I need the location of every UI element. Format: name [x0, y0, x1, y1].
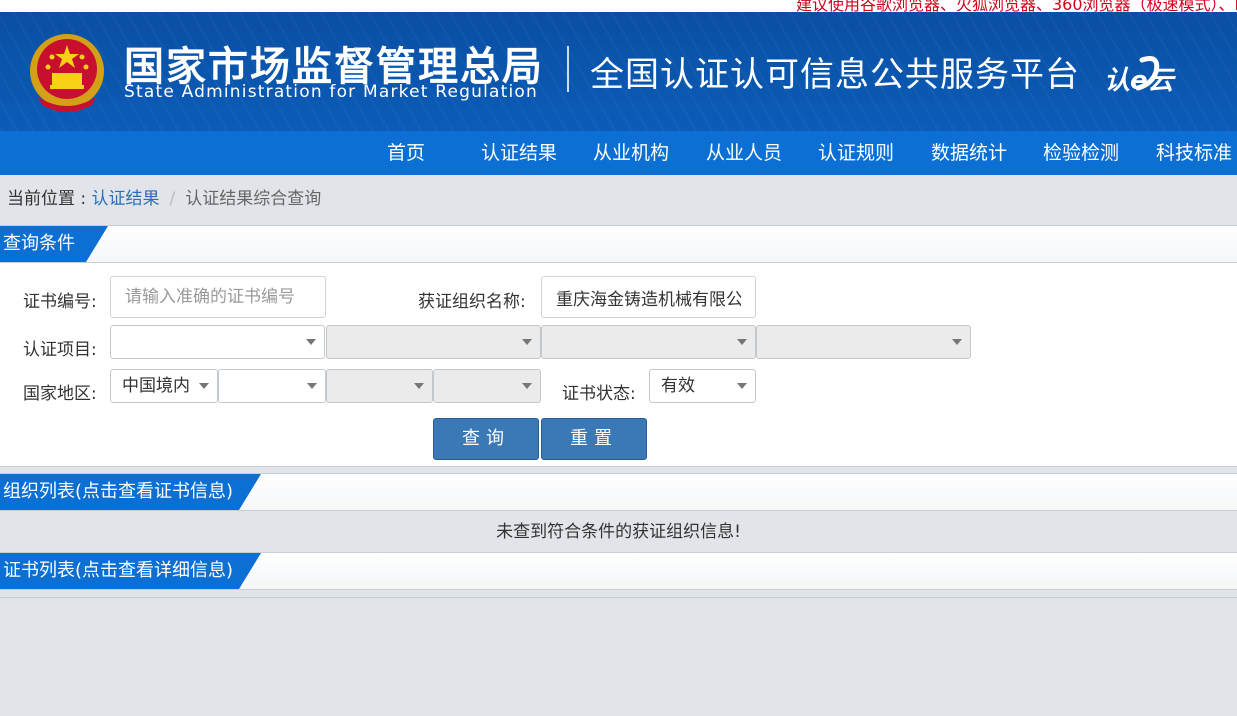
chevron-down-icon	[522, 339, 532, 345]
main-nav: 首页 认证结果 从业机构 从业人员 认证规则 数据统计 检验检测 科技标准	[0, 131, 1237, 175]
nav-item-cert-results[interactable]: 认证结果	[481, 131, 557, 175]
content-bottom-divider	[0, 597, 1237, 598]
cert-status-label: 证书状态:	[562, 384, 636, 404]
org-name-input[interactable]	[541, 276, 756, 318]
breadcrumb-separator: /	[169, 189, 176, 209]
query-section-header: 查询条件	[0, 225, 1237, 263]
breadcrumb-link-cert-results[interactable]: 认证结果	[92, 189, 160, 209]
browser-notice-text: 建议使用谷歌浏览器、火狐浏览器、360浏览器（极速模式）、IE9	[796, 0, 1237, 12]
nav-item-institutions[interactable]: 从业机构	[593, 131, 669, 175]
chevron-down-icon	[306, 339, 316, 345]
region-select-3	[326, 369, 433, 403]
query-panel: 证书编号: 获证组织名称: 认证项目: 国家地区: 中国境内 证书状态: 有效	[0, 263, 1237, 467]
org-list-section-header: 组织列表(点击查看证书信息)	[0, 473, 1237, 511]
org-name-label: 获证组织名称:	[418, 292, 526, 312]
chevron-down-icon	[199, 383, 209, 389]
breadcrumb: 当前位置 : 认证结果 / 认证结果综合查询	[7, 184, 321, 209]
nav-item-home[interactable]: 首页	[387, 131, 425, 175]
cert-list-section-header: 证书列表(点击查看详细信息)	[0, 552, 1237, 590]
region-select-4	[433, 369, 541, 403]
breadcrumb-current: 认证结果综合查询	[185, 189, 322, 209]
org-name-en: State Administration for Market Regulati…	[124, 82, 538, 102]
nav-item-standards[interactable]: 科技标准	[1156, 131, 1232, 175]
nav-item-statistics[interactable]: 数据统计	[931, 131, 1007, 175]
national-emblem-icon	[30, 34, 104, 112]
nav-item-personnel[interactable]: 从业人员	[706, 131, 782, 175]
chevron-down-icon	[737, 339, 747, 345]
cert-list-section-title: 证书列表(点击查看详细信息)	[0, 553, 261, 589]
cert-status-select[interactable]: 有效	[649, 369, 756, 403]
region-label: 国家地区:	[23, 384, 97, 404]
cert-no-input[interactable]	[110, 276, 326, 318]
cert-project-select-3	[541, 325, 756, 359]
chevron-down-icon	[952, 339, 962, 345]
chevron-down-icon	[414, 383, 424, 389]
cert-status-value: 有效	[661, 376, 695, 396]
breadcrumb-prefix: 当前位置 :	[7, 189, 92, 209]
chevron-down-icon	[522, 383, 532, 389]
cert-project-label: 认证项目:	[23, 340, 97, 360]
header-divider	[567, 46, 569, 92]
nav-item-inspection[interactable]: 检验检测	[1043, 131, 1119, 175]
region-select-1[interactable]: 中国境内	[110, 369, 218, 403]
region-select-1-value: 中国境内	[122, 376, 190, 396]
platform-title: 全国认证认可信息公共服务平台	[590, 55, 1080, 95]
search-button[interactable]: 查询	[433, 418, 539, 460]
org-list-section-title: 组织列表(点击查看证书信息)	[0, 474, 261, 510]
chevron-down-icon	[737, 383, 747, 389]
platform-logo-text: 认e云	[1104, 66, 1174, 96]
org-list-empty-message: 未查到符合条件的获证组织信息!	[0, 517, 1237, 552]
query-section-title: 查询条件	[0, 226, 108, 262]
nav-item-cert-rules[interactable]: 认证规则	[818, 131, 894, 175]
cert-no-label: 证书编号:	[23, 292, 97, 312]
reset-button[interactable]: 重置	[541, 418, 647, 460]
site-header: 国家市场监督管理总局 State Administration for Mark…	[0, 12, 1237, 131]
region-select-2[interactable]	[218, 369, 326, 403]
cert-project-select-1[interactable]	[110, 325, 325, 359]
cert-project-select-4	[756, 325, 971, 359]
chevron-down-icon	[307, 383, 317, 389]
cert-project-select-2	[326, 325, 541, 359]
browser-notice-bar: 建议使用谷歌浏览器、火狐浏览器、360浏览器（极速模式）、IE9	[0, 0, 1237, 12]
